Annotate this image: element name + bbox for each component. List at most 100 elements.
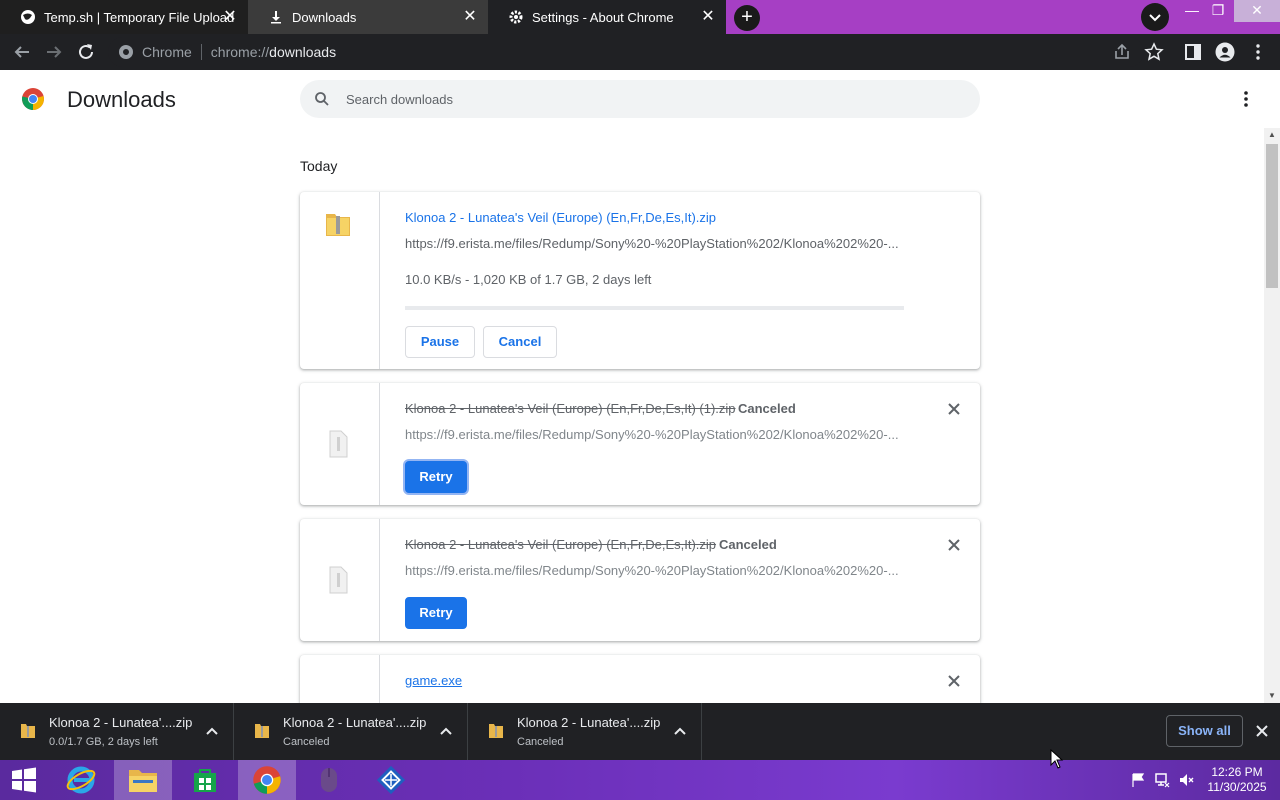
new-tab-button[interactable]: + xyxy=(734,5,760,31)
shelf-item[interactable]: Klonoa 2 - Lunatea'....zip Canceled xyxy=(234,703,468,760)
forward-icon[interactable] xyxy=(43,41,65,63)
chrome-menu-icon[interactable] xyxy=(1248,42,1268,62)
start-button[interactable] xyxy=(0,760,48,800)
status-canceled: Canceled xyxy=(719,537,777,552)
scroll-down-icon[interactable]: ▼ xyxy=(1268,691,1276,700)
file-name-link[interactable]: Klonoa 2 - Lunatea's Veil (Europe) (En,F… xyxy=(405,210,716,225)
remove-close-icon[interactable] xyxy=(946,537,962,553)
remove-close-icon[interactable] xyxy=(946,673,962,689)
chevron-up-icon[interactable] xyxy=(206,726,218,736)
zip-folder-icon xyxy=(21,724,35,738)
address-bar[interactable]: Chrome chrome:// downloads xyxy=(108,37,1144,67)
file-icon xyxy=(329,430,348,458)
tab-title: Temp.sh | Temporary File Upload xyxy=(44,9,235,25)
search-input[interactable] xyxy=(346,80,966,118)
tab-strip: Temp.sh | Temporary File Upload ✕ Downlo… xyxy=(0,0,1280,34)
shelf-item-name: Klonoa 2 - Lunatea'....zip xyxy=(517,715,661,730)
chevron-up-icon[interactable] xyxy=(674,726,686,736)
back-icon[interactable] xyxy=(11,41,33,63)
file-name-link[interactable]: game.exe xyxy=(405,673,462,688)
close-tab-icon[interactable]: ✕ xyxy=(462,9,478,25)
side-panel-icon[interactable] xyxy=(1183,42,1203,62)
taskbar-mouse-app[interactable] xyxy=(300,760,358,800)
reload-icon[interactable] xyxy=(75,41,97,63)
close-tab-icon[interactable]: ✕ xyxy=(222,9,238,25)
progress-bar xyxy=(405,306,904,310)
chevron-up-icon[interactable] xyxy=(440,726,452,736)
minimize-button[interactable]: — xyxy=(1180,0,1204,22)
scrollbar-thumb[interactable] xyxy=(1266,144,1278,288)
retry-button[interactable]: Retry xyxy=(405,461,467,493)
zip-folder-icon xyxy=(489,724,503,738)
page-title: Downloads xyxy=(67,87,176,112)
file-name[interactable]: Klonoa 2 - Lunatea's Veil (Europe) (En,F… xyxy=(405,401,736,416)
clock-date: 11/30/2025 xyxy=(1207,780,1267,794)
file-name[interactable]: Klonoa 2 - Lunatea's Veil (Europe) (En,F… xyxy=(405,537,716,552)
download-item-in-progress: Klonoa 2 - Lunatea's Veil (Europe) (En,F… xyxy=(300,192,980,369)
show-all-button[interactable]: Show all xyxy=(1166,715,1243,747)
store-bag-icon xyxy=(194,769,216,792)
search-icon xyxy=(315,92,329,106)
system-clock[interactable]: 12:26 PM 11/30/2025 xyxy=(1200,765,1274,795)
omnibox-separator xyxy=(200,44,202,60)
close-window-button[interactable]: ✕ xyxy=(1234,0,1280,22)
shelf-item-name: Klonoa 2 - Lunatea'....zip xyxy=(283,715,427,730)
download-item-complete: game.exe xyxy=(300,655,980,703)
taskbar-pcsx2[interactable] xyxy=(362,760,420,800)
url-host: downloads xyxy=(269,44,337,60)
share-icon[interactable] xyxy=(1112,42,1132,62)
download-item-canceled: Klonoa 2 - Lunatea's Veil (Europe) (En,F… xyxy=(300,519,980,641)
shelf-item-status: 0.0/1.7 GB, 2 days left xyxy=(49,736,158,748)
mouse-cursor-icon xyxy=(1050,749,1064,769)
bookmark-star-icon[interactable] xyxy=(1144,42,1164,62)
search-box[interactable] xyxy=(300,80,980,118)
chevron-down-icon xyxy=(1149,14,1161,22)
pause-button[interactable]: Pause xyxy=(405,326,475,358)
taskbar-chrome[interactable] xyxy=(238,760,296,800)
file-icon-column xyxy=(300,519,380,641)
taskbar-file-explorer[interactable] xyxy=(114,760,172,800)
close-shelf-icon[interactable] xyxy=(1254,723,1270,739)
tab-settings-about-chrome[interactable]: Settings - About Chrome ✕ xyxy=(488,0,726,34)
download-progress-text: 10.0 KB/s - 1,020 KB of 1.7 GB, 2 days l… xyxy=(405,272,652,287)
profile-avatar-icon[interactable] xyxy=(1215,42,1235,62)
file-url[interactable]: https://f9.erista.me/files/Redump/Sony%2… xyxy=(405,563,899,578)
internet-explorer-icon xyxy=(66,766,96,794)
status-canceled: Canceled xyxy=(738,401,796,416)
chrome-icon xyxy=(253,766,281,794)
taskbar-internet-explorer[interactable] xyxy=(52,760,110,800)
pcsx2-icon xyxy=(376,765,406,795)
shelf-item-status: Canceled xyxy=(283,736,330,748)
file-url[interactable]: https://f9.erista.me/files/Redump/Sony%2… xyxy=(405,427,899,442)
file-url[interactable]: https://f9.erista.me/files/Redump/Sony%2… xyxy=(405,236,899,251)
taskbar-store[interactable] xyxy=(176,760,234,800)
globe-icon xyxy=(20,9,36,25)
network-icon[interactable] xyxy=(1154,772,1170,788)
shelf-item[interactable]: Klonoa 2 - Lunatea'....zip 0.0/1.7 GB, 2… xyxy=(0,703,234,760)
omnibox-chip: Chrome xyxy=(142,44,192,60)
close-tab-icon[interactable]: ✕ xyxy=(700,9,716,25)
action-center-flag-icon[interactable] xyxy=(1130,772,1146,788)
shelf-item-status: Canceled xyxy=(517,736,564,748)
cancel-button[interactable]: Cancel xyxy=(483,326,557,358)
chrome-logo-icon xyxy=(21,88,44,110)
file-icon xyxy=(329,566,348,594)
zip-folder-icon xyxy=(326,214,350,236)
volume-muted-icon[interactable] xyxy=(1178,772,1194,788)
more-actions-icon[interactable] xyxy=(1240,90,1252,108)
tab-downloads[interactable]: Downloads ✕ xyxy=(248,0,488,34)
tab-title: Settings - About Chrome xyxy=(532,9,674,25)
shelf-item[interactable]: Klonoa 2 - Lunatea'....zip Canceled xyxy=(468,703,702,760)
restore-button[interactable]: ❐ xyxy=(1206,0,1230,22)
download-shelf: Klonoa 2 - Lunatea'....zip 0.0/1.7 GB, 2… xyxy=(0,703,1280,760)
retry-button[interactable]: Retry xyxy=(405,597,467,629)
page-scrollbar[interactable]: ▲ ▼ xyxy=(1264,128,1280,703)
tab-search-button[interactable] xyxy=(1141,3,1169,31)
folder-icon xyxy=(129,770,157,792)
download-item-canceled: Klonoa 2 - Lunatea's Veil (Europe) (En,F… xyxy=(300,383,980,505)
remove-close-icon[interactable] xyxy=(946,401,962,417)
chrome-site-icon xyxy=(119,45,133,59)
url-scheme: chrome:// xyxy=(210,44,270,60)
tab-temp-sh[interactable]: Temp.sh | Temporary File Upload ✕ xyxy=(0,0,248,34)
scroll-up-icon[interactable]: ▲ xyxy=(1268,130,1276,139)
